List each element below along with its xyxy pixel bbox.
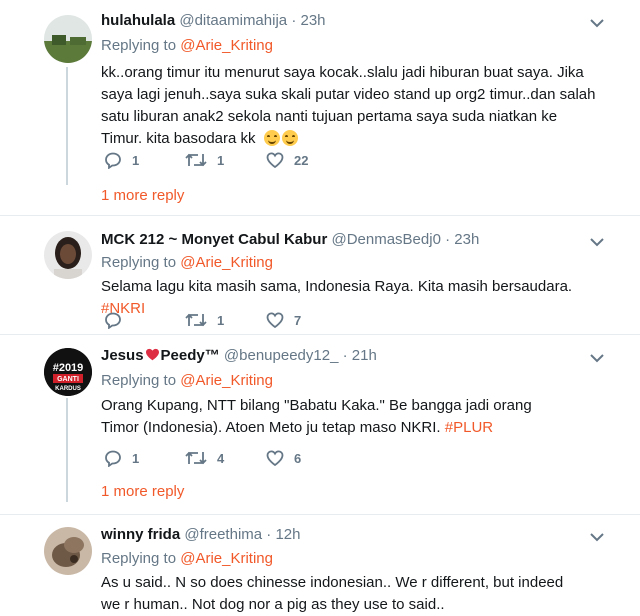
replying-to: Replying to @Arie_Kriting (101, 550, 273, 567)
display-name-part-2: Peedy™ (160, 347, 220, 364)
retweet-count: 4 (217, 450, 225, 466)
more-replies-link[interactable]: 1 more reply (101, 187, 184, 204)
user-handle[interactable]: @ditaamimahija (179, 12, 287, 29)
display-name[interactable]: MCK 212 ~ Monyet Cabul Kabur (101, 231, 327, 248)
tweet-header: MCK 212 ~ Monyet Cabul Kabur @DenmasBedj… (101, 231, 479, 248)
reply-count: 1 (132, 451, 140, 466)
mention-link[interactable]: @Arie_Kriting (180, 550, 273, 567)
more-replies-link[interactable]: 1 more reply (101, 483, 184, 500)
replying-to: Replying to @Arie_Kriting (101, 254, 273, 271)
avatar[interactable] (44, 231, 92, 279)
reply-button[interactable] (104, 312, 132, 329)
heart-icon (266, 450, 284, 466)
avatar[interactable] (44, 527, 92, 575)
display-name[interactable]: winny frida (101, 526, 180, 543)
heart-icon (266, 312, 284, 328)
tweet-header: Jesus Peedy™ @benupeedy12_ · 21h (101, 347, 377, 364)
replying-to: Replying to @Arie_Kriting (101, 37, 273, 54)
tweet-text: kk..orang timur itu menurut saya kocak..… (101, 62, 601, 150)
heart-icon (266, 152, 284, 168)
replying-prefix: Replying to (101, 372, 177, 389)
tweet-header: winny frida @freethima · 12h (101, 526, 301, 543)
chevron-down-icon[interactable] (590, 532, 604, 542)
reply-count: 1 (132, 153, 140, 168)
retweet-button[interactable]: 4 (185, 450, 224, 466)
thread-line (66, 67, 68, 185)
tweet-3[interactable]: #2019 GANTI KARDUS Jesus Peedy™ @benupeed… (0, 335, 640, 515)
chevron-down-icon[interactable] (590, 237, 604, 247)
tweet-text-content: As u said.. N so does chinesse indonesia… (101, 574, 564, 613)
timestamp[interactable]: 23h (454, 231, 479, 248)
retweet-count: 1 (217, 312, 225, 328)
user-handle[interactable]: @DenmasBedj0 (331, 231, 440, 248)
tweet-header: hulahulala @ditaamimahija · 23h (101, 12, 326, 29)
like-count: 22 (294, 152, 309, 168)
reply-button[interactable]: 1 (104, 152, 139, 169)
reply-icon (105, 312, 121, 329)
display-name[interactable]: Jesus Peedy™ (101, 347, 220, 364)
chevron-down-icon[interactable] (590, 353, 604, 363)
chevron-down-icon[interactable] (590, 18, 604, 28)
smiling-face-icon (263, 130, 280, 146)
replying-prefix: Replying to (101, 254, 177, 271)
avatar[interactable] (44, 15, 92, 63)
like-button[interactable]: 7 (266, 312, 301, 328)
tweet-text: Orang Kupang, NTT bilang "Babatu Kaka." … (101, 395, 551, 439)
user-handle[interactable]: @freethima (184, 526, 262, 543)
like-count: 6 (294, 450, 302, 466)
like-count: 7 (294, 312, 302, 328)
avatar-text-line-3: KARDUS (55, 386, 81, 392)
retweet-button[interactable]: 1 (185, 152, 224, 168)
retweet-count: 1 (217, 152, 225, 168)
avatar[interactable]: #2019 GANTI KARDUS (44, 348, 92, 396)
tweet-4[interactable]: winny frida @freethima · 12h Replying to… (0, 515, 640, 615)
retweet-icon (185, 313, 207, 327)
hashtag-link[interactable]: #PLUR (445, 419, 493, 436)
user-handle[interactable]: @benupeedy12_ (224, 347, 339, 364)
mention-link[interactable]: @Arie_Kriting (180, 372, 273, 389)
avatar-text-line-2: GANTI (57, 376, 79, 383)
replying-to: Replying to @Arie_Kriting (101, 372, 273, 389)
separator-dot: · (445, 231, 451, 248)
tweet-text-content: kk..orang timur itu menurut saya kocak..… (101, 64, 596, 147)
separator-dot: · (266, 526, 272, 543)
like-button[interactable]: 6 (266, 450, 301, 466)
display-name-part-1: Jesus (101, 347, 144, 364)
replying-prefix: Replying to (101, 550, 177, 567)
tweet-text: As u said.. N so does chinesse indonesia… (101, 572, 571, 616)
retweet-button[interactable]: 1 (185, 312, 224, 328)
thread-line (66, 398, 68, 502)
separator-dot: · (342, 347, 348, 364)
reply-icon (105, 152, 121, 169)
tweet-text: Selama lagu kita masih sama, Indonesia R… (101, 276, 601, 320)
red-heart-icon (145, 348, 159, 361)
timestamp[interactable]: 21h (352, 347, 377, 364)
smiling-face-icon (281, 130, 298, 146)
timestamp[interactable]: 23h (300, 12, 325, 29)
tweet-text-content: Selama lagu kita masih sama, Indonesia R… (101, 278, 573, 295)
display-name[interactable]: hulahulala (101, 12, 175, 29)
like-button[interactable]: 22 (266, 152, 308, 168)
retweet-icon (185, 153, 207, 167)
tweet-1[interactable]: hulahulala @ditaamimahija · 23h Replying… (0, 0, 640, 216)
separator-dot: · (291, 12, 297, 29)
reply-icon (105, 450, 121, 467)
avatar-text-line-1: #2019 (53, 362, 84, 374)
timestamp[interactable]: 12h (275, 526, 300, 543)
replying-prefix: Replying to (101, 37, 177, 54)
reply-button[interactable]: 1 (104, 450, 139, 467)
tweet-2[interactable]: MCK 212 ~ Monyet Cabul Kabur @DenmasBedj… (0, 216, 640, 335)
mention-link[interactable]: @Arie_Kriting (180, 254, 273, 271)
mention-link[interactable]: @Arie_Kriting (180, 37, 273, 54)
retweet-icon (185, 451, 207, 465)
